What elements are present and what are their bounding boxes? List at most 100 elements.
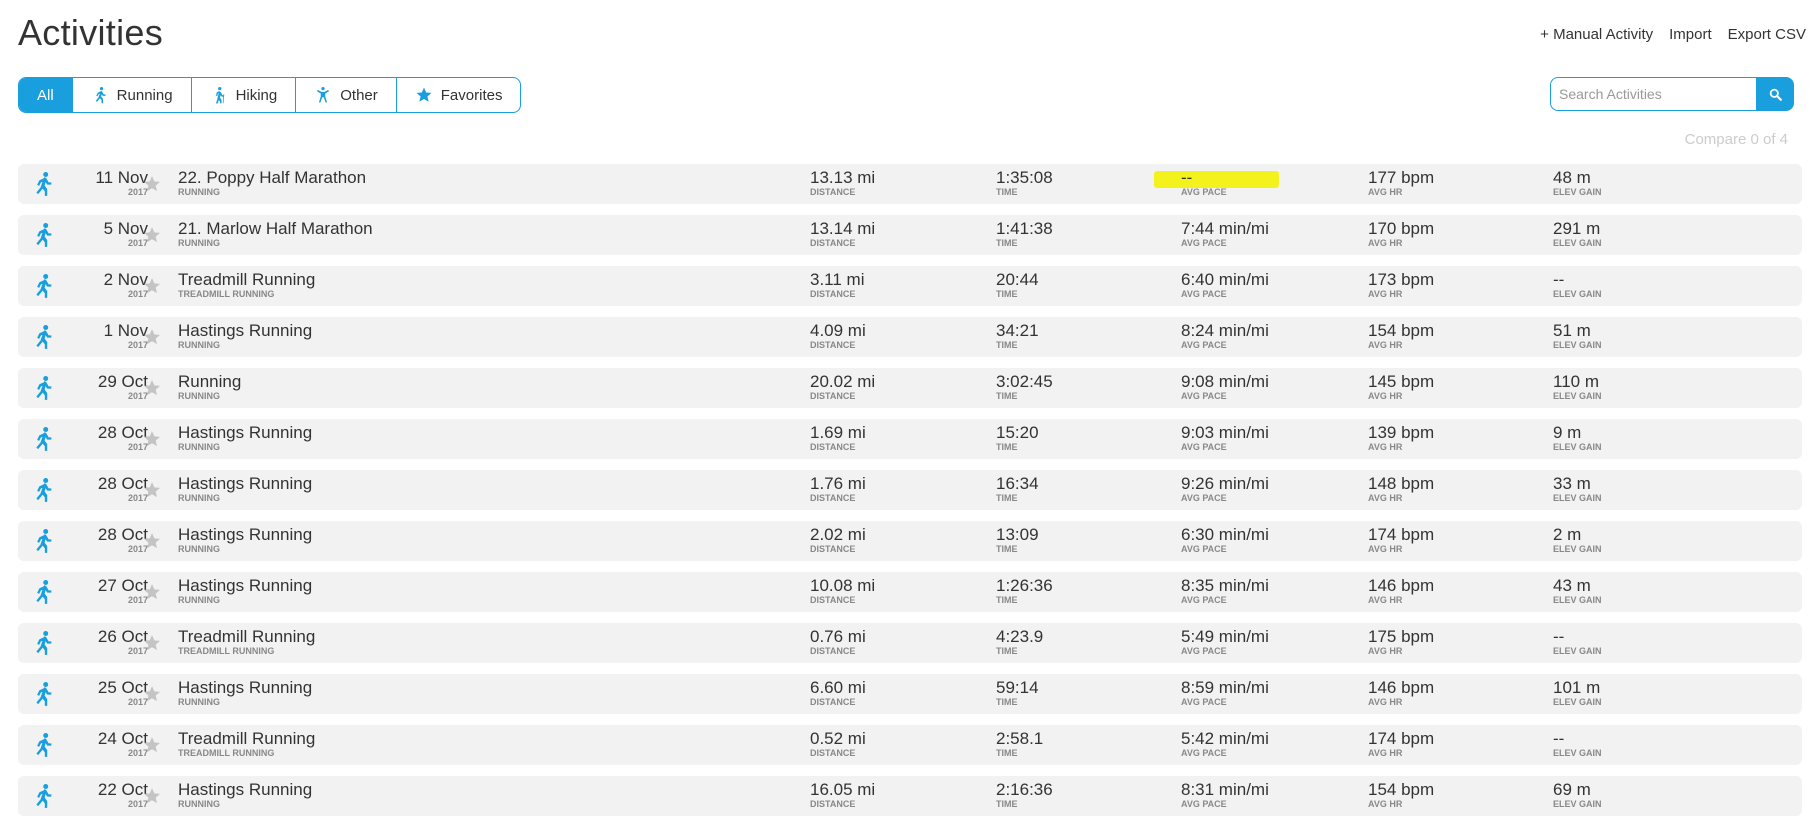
- search-input[interactable]: [1550, 77, 1756, 111]
- activity-row[interactable]: 11 Nov 2017 22. Poppy Half Marathon RUNN…: [18, 164, 1802, 204]
- elev-label: ELEV GAIN: [1553, 646, 1602, 656]
- import-link[interactable]: Import: [1669, 26, 1712, 43]
- activity-row[interactable]: 28 Oct 2017 Hastings Running RUNNING 1.6…: [18, 419, 1802, 459]
- filter-running[interactable]: Running: [71, 78, 191, 112]
- elev-label: ELEV GAIN: [1553, 748, 1602, 758]
- activity-row[interactable]: 26 Oct 2017 Treadmill Running TREADMILL …: [18, 623, 1802, 663]
- activity-title-link[interactable]: Hastings Running: [178, 474, 312, 494]
- activity-title-link[interactable]: Hastings Running: [178, 525, 312, 545]
- activity-type-label: RUNNING: [178, 493, 220, 503]
- distance-value: 6.60 mi: [810, 678, 866, 697]
- activity-name: Treadmill Running TREADMILL RUNNING: [178, 270, 315, 299]
- favorite-toggle[interactable]: [142, 786, 162, 806]
- hr-value: 145 bpm: [1368, 372, 1435, 391]
- favorite-toggle[interactable]: [142, 735, 162, 755]
- activity-year: 2017: [127, 799, 148, 809]
- time-label: TIME: [996, 340, 1018, 350]
- activity-title-link[interactable]: Hastings Running: [178, 321, 312, 341]
- distance-label: DISTANCE: [810, 799, 856, 809]
- activity-title-link[interactable]: Hastings Running: [178, 576, 312, 596]
- time-stat: 34:21 TIME: [996, 321, 1039, 350]
- pace-value: 6:30 min/mi: [1181, 525, 1269, 544]
- export-csv-link[interactable]: Export CSV: [1728, 26, 1806, 43]
- activity-title-link[interactable]: Hastings Running: [178, 780, 312, 800]
- time-label: TIME: [996, 799, 1018, 809]
- favorite-toggle[interactable]: [142, 276, 162, 296]
- manual-activity-link[interactable]: + Manual Activity: [1540, 26, 1653, 43]
- favorite-toggle[interactable]: [142, 531, 162, 551]
- activity-type-label: RUNNING: [178, 340, 220, 350]
- filter-all[interactable]: All: [19, 78, 72, 112]
- time-stat: 1:26:36 TIME: [996, 576, 1053, 605]
- activity-row[interactable]: 28 Oct 2017 Hastings Running RUNNING 2.0…: [18, 521, 1802, 561]
- hr-value: 139 bpm: [1368, 423, 1435, 442]
- favorite-toggle[interactable]: [142, 633, 162, 653]
- hr-value: 146 bpm: [1368, 678, 1435, 697]
- activity-type-icon: [30, 426, 56, 452]
- activity-day: 24 Oct: [97, 729, 148, 748]
- hr-value: 173 bpm: [1368, 270, 1435, 289]
- hiking-icon: [215, 86, 224, 104]
- activity-year: 2017: [127, 697, 148, 707]
- activity-row[interactable]: 28 Oct 2017 Hastings Running RUNNING 1.7…: [18, 470, 1802, 510]
- activity-title-link[interactable]: Hastings Running: [178, 423, 312, 443]
- activity-row[interactable]: 29 Oct 2017 Running RUNNING 20.02 mi DIS…: [18, 368, 1802, 408]
- time-stat: 13:09 TIME: [996, 525, 1039, 554]
- activity-title-link[interactable]: Treadmill Running: [178, 627, 315, 647]
- time-label: TIME: [996, 493, 1018, 503]
- elev-label: ELEV GAIN: [1553, 493, 1602, 503]
- top-actions: + Manual Activity Import Export CSV: [1540, 26, 1806, 43]
- search-button[interactable]: [1756, 77, 1794, 111]
- favorite-toggle[interactable]: [142, 327, 162, 347]
- activity-title-link[interactable]: 21. Marlow Half Marathon: [178, 219, 373, 239]
- activity-year: 2017: [127, 646, 148, 656]
- favorite-toggle[interactable]: [142, 684, 162, 704]
- activity-title-link[interactable]: Running: [178, 372, 241, 392]
- activity-date: 1 Nov 2017: [68, 321, 148, 350]
- time-label: TIME: [996, 391, 1018, 401]
- activity-title-link[interactable]: 22. Poppy Half Marathon: [178, 168, 366, 188]
- elev-label: ELEV GAIN: [1553, 289, 1602, 299]
- elev-label: ELEV GAIN: [1553, 697, 1602, 707]
- elev-value: 2 m: [1553, 525, 1582, 544]
- activity-row[interactable]: 25 Oct 2017 Hastings Running RUNNING 6.6…: [18, 674, 1802, 714]
- activity-row[interactable]: 5 Nov 2017 21. Marlow Half Marathon RUNN…: [18, 215, 1802, 255]
- pace-stat: 6:40 min/mi AVG PACE: [1181, 270, 1269, 299]
- hr-stat: 154 bpm AVG HR: [1368, 780, 1434, 809]
- activity-type-icon: [30, 630, 56, 656]
- activity-row[interactable]: 1 Nov 2017 Hastings Running RUNNING 4.09…: [18, 317, 1802, 357]
- favorite-toggle[interactable]: [142, 174, 162, 194]
- activity-day: 2 Nov: [103, 270, 148, 289]
- distance-label: DISTANCE: [810, 646, 856, 656]
- activity-date: 5 Nov 2017: [68, 219, 148, 248]
- activity-row[interactable]: 2 Nov 2017 Treadmill Running TREADMILL R…: [18, 266, 1802, 306]
- favorite-toggle[interactable]: [142, 225, 162, 245]
- distance-label: DISTANCE: [810, 442, 856, 452]
- elev-label: ELEV GAIN: [1553, 595, 1602, 605]
- filter-label: Favorites: [440, 86, 503, 104]
- filter-hiking[interactable]: Hiking: [190, 78, 296, 112]
- filter-favorites[interactable]: Favorites: [395, 78, 521, 112]
- star-icon: [144, 635, 160, 651]
- activity-title-link[interactable]: Treadmill Running: [178, 270, 315, 290]
- running-icon: [36, 681, 52, 706]
- activity-day: 27 Oct: [97, 576, 148, 595]
- activity-title-link[interactable]: Hastings Running: [178, 678, 312, 698]
- activity-row[interactable]: 22 Oct 2017 Hastings Running RUNNING 16.…: [18, 776, 1802, 816]
- filter-other[interactable]: Other: [295, 78, 396, 112]
- pace-stat: 7:44 min/mi AVG PACE: [1181, 219, 1269, 248]
- favorite-toggle[interactable]: [142, 429, 162, 449]
- pace-value: 7:44 min/mi: [1181, 219, 1269, 238]
- favorite-toggle[interactable]: [142, 480, 162, 500]
- distance-stat: 10.08 mi DISTANCE: [810, 576, 875, 605]
- activity-title-link[interactable]: Treadmill Running: [178, 729, 315, 749]
- activity-row[interactable]: 24 Oct 2017 Treadmill Running TREADMILL …: [18, 725, 1802, 765]
- favorite-toggle[interactable]: [142, 582, 162, 602]
- elev-value: 33 m: [1553, 474, 1591, 493]
- time-value: 3:02:45: [996, 372, 1053, 391]
- favorite-toggle[interactable]: [142, 378, 162, 398]
- pace-stat: 8:24 min/mi AVG PACE: [1181, 321, 1269, 350]
- filter-label: Hiking: [235, 86, 278, 104]
- activity-row[interactable]: 27 Oct 2017 Hastings Running RUNNING 10.…: [18, 572, 1802, 612]
- pace-stat: 8:59 min/mi AVG PACE: [1181, 678, 1269, 707]
